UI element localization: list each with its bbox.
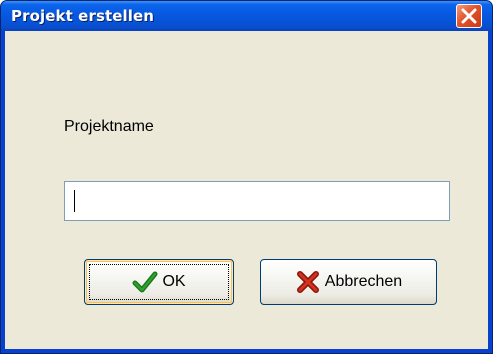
x-cross-icon (295, 269, 321, 295)
dialog-window: Projekt erstellen Projektname OK Abbrech… (0, 0, 493, 354)
cancel-button-label: Abbrechen (324, 273, 403, 290)
ok-button-label: OK (162, 273, 186, 290)
focus-ring (89, 264, 229, 300)
project-name-label: Projektname (64, 118, 154, 135)
text-caret (74, 190, 75, 212)
close-icon (461, 8, 477, 24)
ok-button[interactable]: OK (84, 259, 234, 305)
cancel-button[interactable]: Abbrechen (260, 259, 437, 305)
window-title: Projekt erstellen (11, 7, 155, 25)
title-bar[interactable]: Projekt erstellen (1, 1, 492, 31)
close-button[interactable] (456, 4, 482, 28)
checkmark-icon (132, 269, 158, 295)
dialog-body: Projektname OK Abbrechen (5, 31, 488, 349)
project-name-input[interactable] (64, 181, 450, 221)
